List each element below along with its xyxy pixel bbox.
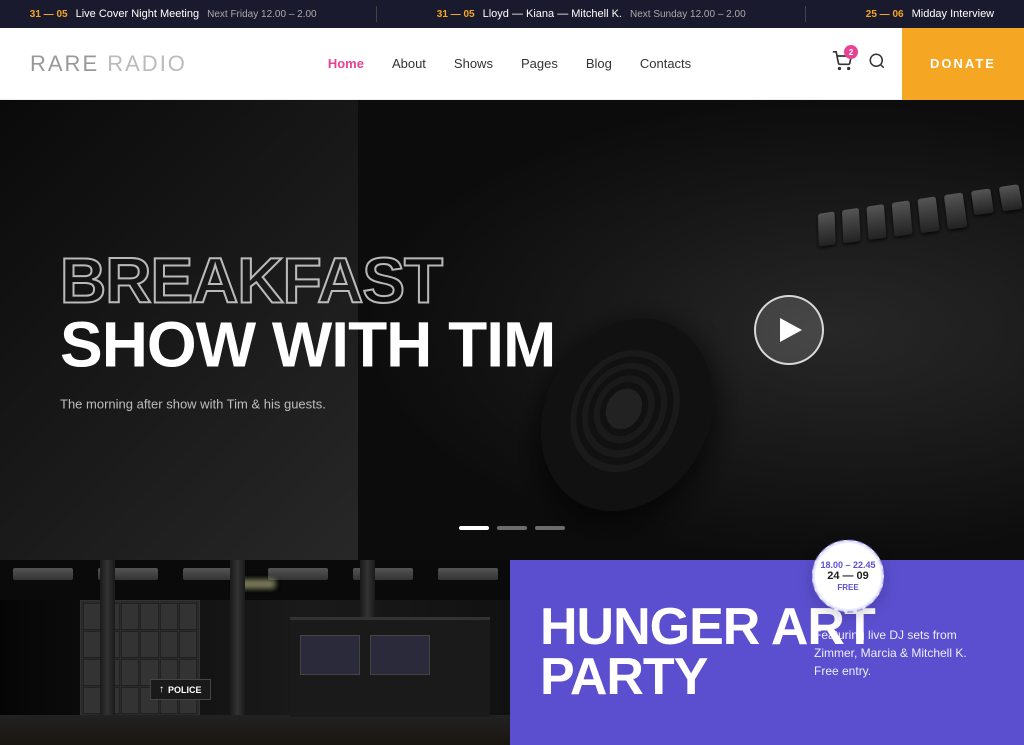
tile [160,603,178,630]
subway-image: ↑ POLICE [0,560,510,745]
badge-time: 18.00 – 22.45 [820,560,875,571]
hero-section: BREAKFAST SHOW WITH TIM The morning afte… [0,100,1024,560]
nav-about[interactable]: About [392,56,426,71]
badge-free: FREE [837,583,858,592]
ticker-item-1: 31 — 05 Live Cover Night Meeting Next Fr… [30,8,317,20]
play-icon [780,318,802,342]
tile [121,603,139,630]
header-right: 2 DONATE [832,28,994,100]
hero-title-solid: SHOW WITH TIM [60,313,555,377]
ticker-date-1: 31 — 05 [30,9,68,20]
ticker-divider-1 [376,6,377,22]
header: RARE RADIO Home About Shows Pages Blog C… [0,28,1024,100]
subway-light-1 [13,568,73,580]
tile [121,659,139,686]
police-sign: ↑ POLICE [150,679,211,700]
play-button[interactable] [754,295,824,365]
knob-7 [971,188,994,215]
nav-home[interactable]: Home [328,56,364,71]
nav-contacts[interactable]: Contacts [640,56,691,71]
tile [179,603,197,630]
tile [140,631,158,658]
nav-blog[interactable]: Blog [586,56,612,71]
train-window-2 [370,635,430,675]
ticker-bar: 31 — 05 Live Cover Night Meeting Next Fr… [0,0,1024,28]
ticker-item-3: 25 — 06 Midday Interview [866,8,994,20]
subway-scene: ↑ POLICE [0,560,510,745]
subway-light-6 [438,568,498,580]
knob-4 [892,200,913,236]
dot-3[interactable] [535,526,565,530]
nav-pages[interactable]: Pages [521,56,558,71]
logo-bold: RARE [30,51,99,76]
event-card: 18.00 – 22.45 24 — 09 FREE HUNGER ART PA… [510,560,1024,745]
knob-8 [999,184,1023,211]
ticker-title-1: Live Cover Night Meeting [76,8,200,20]
hero-title-outline: BREAKFAST [60,249,555,313]
logo-light: RADIO [107,51,187,76]
knob-6 [944,192,967,229]
ticker-divider-2 [805,6,806,22]
event-description: Featuring live DJ sets from Zimmer, Marc… [814,626,994,680]
donate-button[interactable]: DONATE [902,28,1024,100]
tile [83,659,101,686]
knob-2 [842,208,861,244]
ticker-title-2: Lloyd — Kiana — Mitchell K. [483,8,622,20]
ticker-date-3: 25 — 06 [866,9,904,20]
tile [83,687,101,714]
tile [83,631,101,658]
logo[interactable]: RARE RADIO [30,51,187,77]
tile [160,631,178,658]
subway-light-4 [268,568,328,580]
cart-count: 2 [844,45,858,59]
police-text: POLICE [168,685,202,695]
ticker-time-1: Next Friday 12.00 – 2.00 [207,9,317,20]
hero-content: BREAKFAST SHOW WITH TIM The morning afte… [60,249,555,412]
dot-2[interactable] [497,526,527,530]
ticker-item-2: 31 — 05 Lloyd — Kiana — Mitchell K. Next… [437,8,746,20]
event-badge: 18.00 – 22.45 24 — 09 FREE [812,540,884,612]
bottom-section: ↑ POLICE 18.00 – 22.45 24 — 09 FREE HUNG… [0,560,1024,745]
subway-lights [0,568,510,580]
tile [83,603,101,630]
train-window-1 [300,635,360,675]
police-arrow-icon: ↑ [159,684,164,695]
knob-1 [818,211,836,246]
tile [121,687,139,714]
hero-title: BREAKFAST SHOW WITH TIM [60,249,555,377]
tile [179,631,197,658]
knob-5 [918,196,940,233]
nav-shows[interactable]: Shows [454,56,493,71]
dj-knobs [818,184,1024,247]
cart-icon[interactable]: 2 [832,51,852,76]
tile [121,631,139,658]
ticker-date-2: 31 — 05 [437,9,475,20]
tile [140,603,158,630]
main-nav: Home About Shows Pages Blog Contacts [328,56,691,71]
dot-1[interactable] [459,526,489,530]
knob-3 [867,204,887,240]
slider-dots [459,526,565,530]
subway-train [290,617,490,717]
subway-floor [0,715,510,745]
ticker-title-3: Midday Interview [912,8,995,20]
badge-date: 24 — 09 [827,570,869,583]
search-icon[interactable] [868,52,886,75]
hero-subtitle: The morning after show with Tim & his gu… [60,397,360,412]
ticker-time-2: Next Sunday 12.00 – 2.00 [630,9,746,20]
